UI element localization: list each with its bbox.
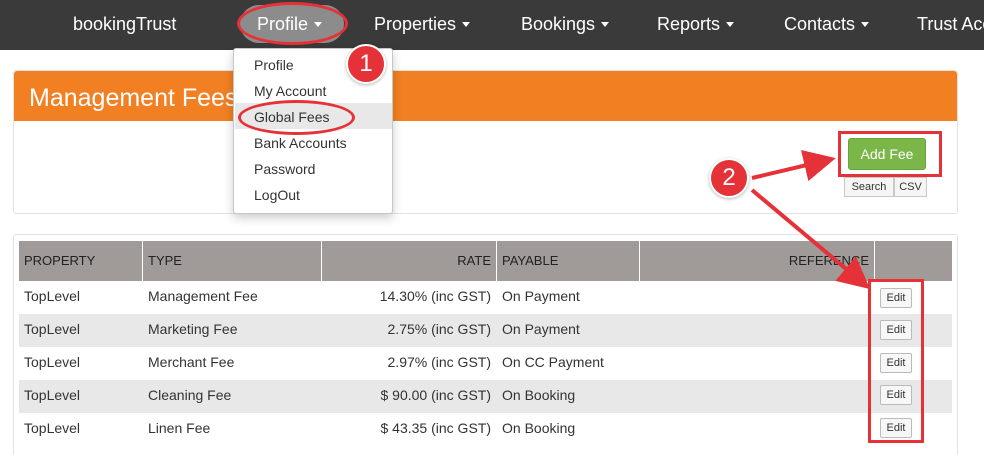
menu-item-bank-accounts[interactable]: Bank Accounts	[254, 135, 347, 151]
table-row: TopLevel Merchant Fee 2.97% (inc GST) On…	[19, 347, 952, 380]
cell-rate: $ 90.00 (inc GST)	[380, 387, 492, 403]
cell-payable: On CC Payment	[502, 354, 604, 370]
caret-down-icon	[861, 21, 870, 27]
menu-item-password[interactable]: Password	[254, 161, 315, 177]
nav-bookings-menu[interactable]: Bookings	[521, 14, 610, 35]
page-title: Management Fees	[29, 84, 238, 112]
nav-reports-menu[interactable]: Reports	[657, 14, 735, 35]
cell-type: Cleaning Fee	[148, 387, 232, 403]
cell-property: TopLevel	[24, 354, 81, 370]
menu-item-my-account[interactable]: My Account	[254, 83, 326, 99]
cell-type: Linen Fee	[148, 420, 211, 436]
nav-reports-label: Reports	[657, 14, 721, 34]
cell-payable: On Booking	[502, 387, 576, 403]
top-navbar: bookingTrust Profile Properties Bookings…	[0, 0, 984, 50]
cell-rate: $ 43.35 (inc GST)	[380, 420, 492, 436]
cell-type: Management Fee	[148, 288, 258, 304]
table-row: TopLevel Management Fee 14.30% (inc GST)…	[19, 281, 952, 314]
nav-contacts-label: Contacts	[784, 14, 856, 34]
column-header-reference[interactable]: REFERENCE	[640, 241, 875, 281]
cell-rate: 2.75% (inc GST)	[387, 321, 491, 337]
annotation-step-2-badge: 2	[709, 158, 749, 198]
cell-payable: On Payment	[502, 288, 580, 304]
cell-property: TopLevel	[24, 420, 81, 436]
cell-payable: On Payment	[502, 321, 580, 337]
panel-header: Management Fees	[14, 71, 957, 121]
column-header-rate[interactable]: RATE	[322, 241, 497, 281]
annotation-box-add-fee	[838, 131, 942, 177]
column-header-actions	[875, 241, 952, 281]
cell-rate: 14.30% (inc GST)	[379, 288, 491, 304]
search-button[interactable]: Search	[844, 177, 894, 197]
csv-button[interactable]: CSV	[894, 177, 927, 197]
nav-properties-label: Properties	[374, 14, 457, 34]
nav-bookings-label: Bookings	[521, 14, 596, 34]
table-row: TopLevel Marketing Fee 2.75% (inc GST) O…	[19, 314, 952, 347]
cell-type: Marketing Fee	[148, 321, 238, 337]
brand-logo[interactable]: bookingTrust	[73, 14, 176, 35]
caret-down-icon	[726, 21, 735, 27]
column-header-payable[interactable]: PAYABLE	[497, 241, 640, 281]
table-header: PROPERTY TYPE RATE PAYABLE REFERENCE	[19, 241, 952, 281]
table-row: TopLevel Linen Fee $ 43.35 (inc GST) On …	[19, 413, 952, 446]
cell-rate: 2.97% (inc GST)	[387, 354, 491, 370]
annotation-ring-profile	[237, 2, 348, 45]
cell-type: Merchant Fee	[148, 354, 235, 370]
caret-down-icon	[462, 21, 471, 27]
caret-down-icon	[601, 21, 610, 27]
cell-property: TopLevel	[24, 288, 81, 304]
management-fees-panel: Management Fees	[13, 70, 958, 214]
nav-trust-accounts-menu[interactable]: Trust Acc	[917, 14, 984, 35]
nav-properties-menu[interactable]: Properties	[374, 14, 471, 35]
nav-trust-accounts-label: Trust Acc	[917, 14, 984, 34]
cell-payable: On Booking	[502, 420, 576, 436]
annotation-ring-global-fees	[238, 100, 355, 135]
column-header-property[interactable]: PROPERTY	[19, 241, 143, 281]
cell-property: TopLevel	[24, 387, 81, 403]
cell-property: TopLevel	[24, 321, 81, 337]
menu-item-logout[interactable]: LogOut	[254, 187, 300, 203]
nav-contacts-menu[interactable]: Contacts	[784, 14, 870, 35]
annotation-step-1-badge: 1	[346, 44, 386, 84]
column-header-type[interactable]: TYPE	[143, 241, 322, 281]
annotation-box-edit-buttons	[868, 279, 924, 443]
menu-item-profile[interactable]: Profile	[254, 57, 294, 73]
table-row: TopLevel Cleaning Fee $ 90.00 (inc GST) …	[19, 380, 952, 413]
